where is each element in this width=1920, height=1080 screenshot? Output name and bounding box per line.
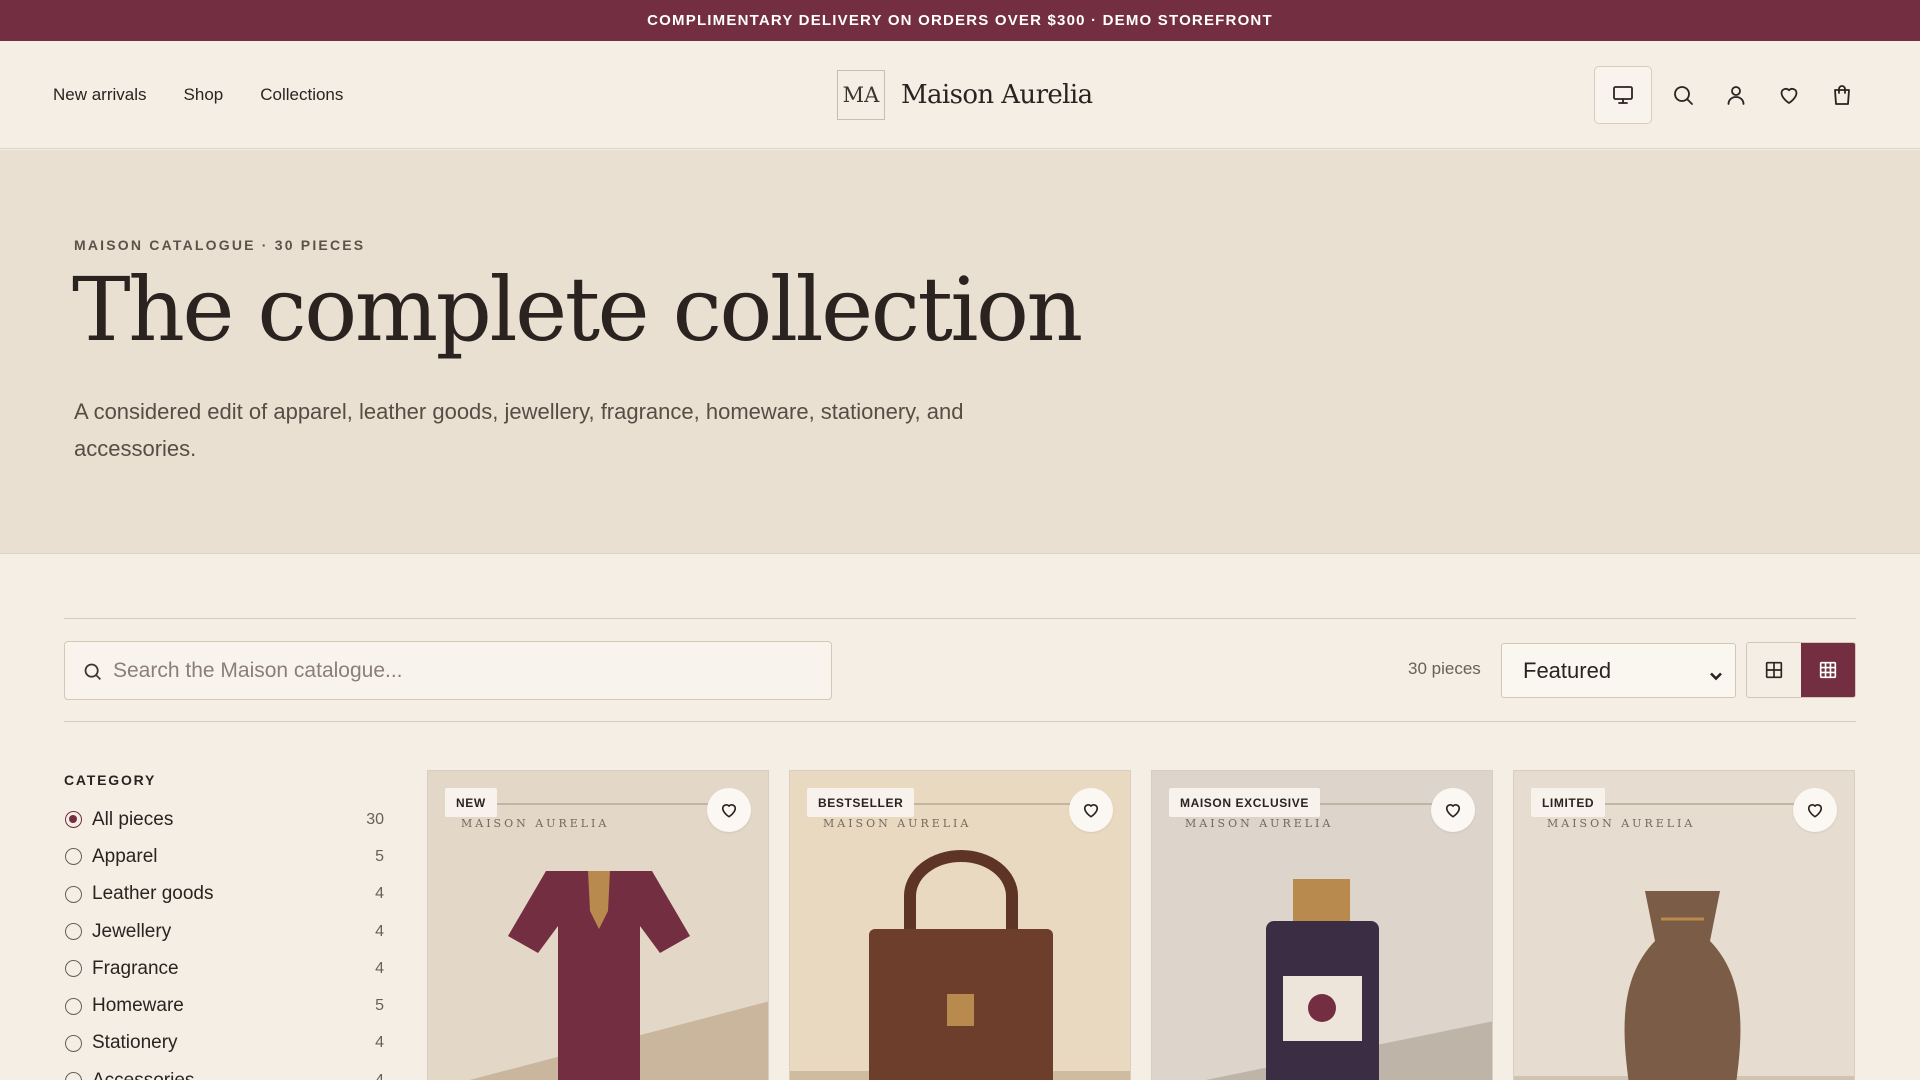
product-watermark: MAISON AURELIA (1547, 817, 1696, 830)
product-card[interactable]: LIMITED MAISON AURELIA (1513, 770, 1855, 1080)
page-title: The complete collection (72, 258, 1083, 361)
wishlist-toggle[interactable] (1431, 788, 1475, 832)
heart-icon (1445, 804, 1461, 818)
heart-icon (1807, 804, 1823, 818)
radio[interactable] (65, 885, 82, 903)
monitor-button[interactable] (1594, 66, 1652, 124)
radio[interactable] (65, 1072, 82, 1080)
catalogue-search (64, 641, 832, 700)
filter-count: 4 (375, 1072, 384, 1080)
filter-all-pieces[interactable]: All pieces 30 (64, 801, 386, 838)
radio[interactable] (65, 960, 82, 978)
filter-label: Homeware (92, 995, 184, 1017)
search-button[interactable] (1656, 66, 1709, 124)
grid-3-view-button[interactable] (1801, 643, 1855, 697)
account-button[interactable] (1709, 66, 1762, 124)
filter-stationery[interactable]: Stationery 4 (64, 1025, 386, 1062)
filter-count: 4 (375, 959, 384, 977)
filter-jewellery[interactable]: Jewellery 4 (64, 913, 386, 950)
heart-icon (721, 804, 737, 818)
radio[interactable] (65, 848, 82, 866)
nav-collections[interactable]: Collections (260, 85, 343, 105)
product-card[interactable]: BESTSELLER MAISON AURELIA (789, 770, 1131, 1080)
filter-leather-goods[interactable]: Leather goods 4 (64, 876, 386, 913)
wishlist-toggle[interactable] (1069, 788, 1113, 832)
main-nav: New arrivals Shop Collections (53, 41, 343, 149)
heart-icon (1083, 804, 1099, 818)
product-card[interactable]: NEW MAISON AURELIA (427, 770, 769, 1080)
product-card[interactable]: MAISON EXCLUSIVE MAISON AURELIA (1151, 770, 1493, 1080)
filter-label: All pieces (92, 808, 174, 830)
filter-count: 4 (375, 1034, 384, 1052)
hero-description: A considered edit of apparel, leather go… (74, 399, 964, 461)
product-watermark: MAISON AURELIA (461, 817, 610, 830)
product-watermark: MAISON AURELIA (1185, 817, 1334, 830)
hero-section: MAISON CATALOGUE · 30 PIECES The complet… (0, 150, 1920, 554)
search-input[interactable] (113, 652, 813, 690)
sort-select[interactable]: Featured (1501, 643, 1736, 698)
grid-3-icon (1819, 661, 1837, 679)
promo-banner: COMPLIMENTARY DELIVERY ON ORDERS OVER $3… (0, 0, 1920, 41)
grid-2-icon (1765, 661, 1783, 679)
radio[interactable] (65, 997, 82, 1015)
filter-fragrance[interactable]: Fragrance 4 (64, 950, 386, 987)
filter-count: 4 (375, 885, 384, 903)
wishlist-button[interactable] (1762, 66, 1815, 124)
radio[interactable] (65, 923, 82, 941)
product-badge: NEW (445, 788, 497, 817)
view-toggle (1746, 642, 1856, 698)
filter-label: Fragrance (92, 957, 179, 979)
search-icon (84, 663, 101, 680)
brand-logo[interactable]: MA Maison Aurelia (837, 70, 1093, 120)
filter-label: Accessories (92, 1070, 194, 1080)
toolbar-bottom-divider (64, 721, 1856, 722)
brand-name: Maison Aurelia (901, 80, 1093, 110)
promo-text: COMPLIMENTARY DELIVERY ON ORDERS OVER $3… (647, 12, 1273, 29)
account-icon (1727, 86, 1744, 105)
radio-checked[interactable] (65, 811, 82, 829)
filter-count: 5 (375, 847, 384, 865)
wishlist-icon (1780, 87, 1797, 104)
filter-label: Apparel (92, 845, 158, 867)
site-header: New arrivals Shop Collections MA Maison … (0, 41, 1920, 149)
wishlist-toggle[interactable] (707, 788, 751, 832)
nav-shop[interactable]: Shop (184, 85, 224, 105)
search-icon (1673, 86, 1693, 105)
filter-accessories[interactable]: Accessories 4 (64, 1062, 386, 1080)
wishlist-toggle[interactable] (1793, 788, 1837, 832)
filter-label: Jewellery (92, 920, 172, 942)
category-filter-list: All pieces 30 Apparel 5 Leather goods 4 Jew… (64, 801, 386, 1080)
bag-icon (1833, 85, 1850, 105)
results-count: 30 pieces (1408, 659, 1481, 678)
toolbar-top-divider (64, 618, 1856, 619)
filter-label: Leather goods (92, 883, 214, 905)
nav-new-arrivals[interactable]: New arrivals (53, 85, 147, 105)
product-badge: BESTSELLER (807, 788, 915, 817)
monitor-icon (1613, 86, 1633, 104)
product-badge: MAISON EXCLUSIVE (1169, 788, 1320, 817)
chevron-down-icon (1709, 663, 1723, 681)
header-actions (1594, 66, 1868, 124)
filter-apparel[interactable]: Apparel 5 (64, 838, 386, 875)
filter-count: 30 (366, 810, 384, 828)
brand-monogram: MA (837, 70, 885, 120)
sort-value: Featured (1523, 657, 1612, 683)
product-badge: LIMITED (1531, 788, 1606, 817)
product-watermark: MAISON AURELIA (823, 817, 972, 830)
bag-button[interactable] (1815, 66, 1868, 124)
grid-2-view-button[interactable] (1747, 643, 1801, 697)
filter-count: 5 (375, 997, 384, 1015)
filter-count: 4 (375, 922, 384, 940)
category-filter-title: CATEGORY (64, 772, 157, 788)
hero-eyebrow: MAISON CATALOGUE · 30 PIECES (74, 237, 366, 253)
filter-homeware[interactable]: Homeware 5 (64, 987, 386, 1024)
filter-label: Stationery (92, 1032, 178, 1054)
radio[interactable] (65, 1034, 82, 1052)
